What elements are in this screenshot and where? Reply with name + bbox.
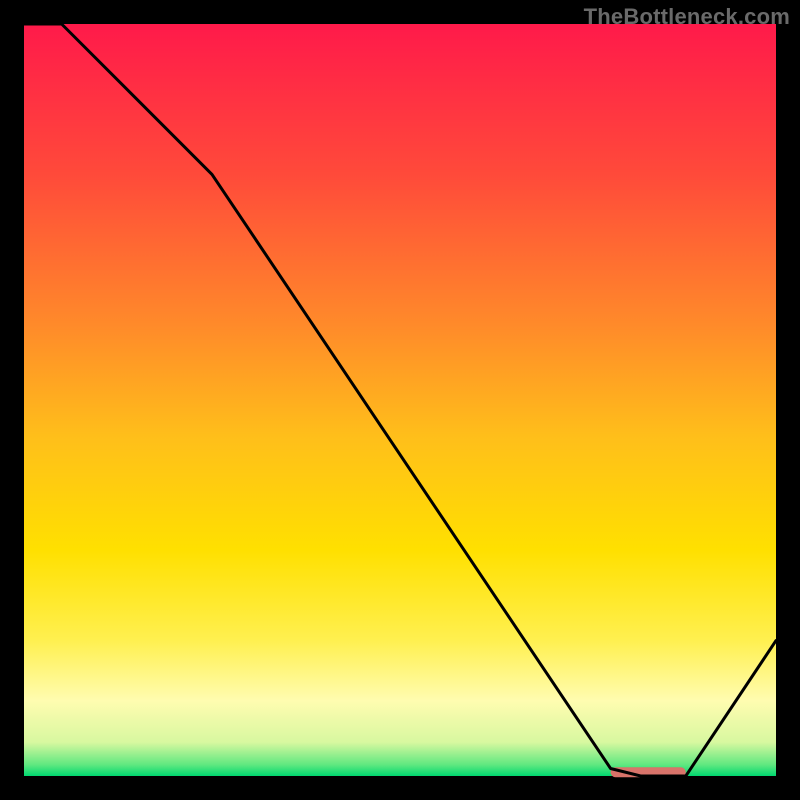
- chart-gradient-background: [24, 24, 776, 776]
- chart-container: TheBottleneck.com: [0, 0, 800, 800]
- bottleneck-chart: [0, 0, 800, 800]
- chart-frame: [0, 0, 24, 800]
- chart-frame: [0, 776, 800, 800]
- watermark-label: TheBottleneck.com: [584, 4, 790, 30]
- chart-frame: [776, 0, 800, 800]
